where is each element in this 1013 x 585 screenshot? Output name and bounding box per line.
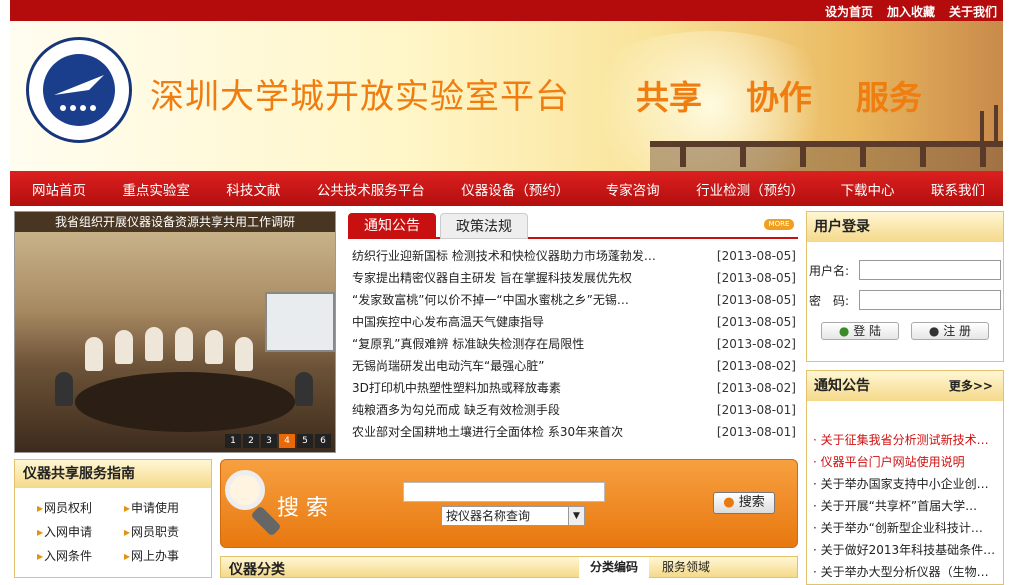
password-input[interactable]	[859, 290, 1001, 310]
tab-notices[interactable]: 通知公告	[348, 213, 436, 239]
more-button[interactable]: MORE	[764, 219, 794, 230]
slogan-share: 共享	[636, 78, 702, 117]
list-item[interactable]: 纺织行业迎新国标 检测技术和快检仪器助力市场蓬勃发… [2013-08-05]	[352, 245, 796, 267]
category-panel: 仪器分类 分类编码 服务领域	[220, 556, 798, 578]
list-item[interactable]: 农业部对全国耕地土壤进行全面体检 系30年来首次 [2013-08-01]	[352, 421, 796, 443]
chevron-down-icon: ▼	[568, 507, 584, 525]
search-input[interactable]	[403, 482, 605, 502]
search-button[interactable]: ● 搜索	[713, 492, 775, 514]
list-item[interactable]: 无锡尚瑞研发出电动汽车“最强心脏” [2013-08-02]	[352, 355, 796, 377]
user-icon: ●	[928, 324, 940, 338]
list-item[interactable]: “发家致富桃”何以价不掉一“中国水蜜桃之乡”无锡… [2013-08-05]	[352, 289, 796, 311]
list-item[interactable]: 专家提出精密仪器自主研发 旨在掌握科技发展优先权 [2013-08-05]	[352, 267, 796, 289]
notice-title: 通知公告	[814, 378, 870, 394]
slide-page-6[interactable]: 6	[315, 434, 331, 448]
register-button[interactable]: ● 注 册	[911, 322, 989, 340]
main-nav: 网站首页 重点实验室 科技文献 公共技术服务平台 仪器设备（预约） 专家咨询 行…	[10, 171, 1003, 206]
notice-panel: 通知公告 更多>> · 关于征集我省分析测试新技术… · 仪器平台门户网站使用说明…	[806, 370, 1004, 585]
service-guide: 仪器共享服务指南 网员权利 申请使用 入网申请 网员职责 入网条件 网上办事	[14, 459, 212, 578]
meeting-photo	[15, 232, 335, 452]
list-item[interactable]: 中国疾控中心发布高温天气健康指导 [2013-08-05]	[352, 311, 796, 333]
tab-policies[interactable]: 政策法规	[440, 213, 528, 239]
tab-service-field[interactable]: 服务领域	[651, 557, 721, 578]
slide-page-5[interactable]: 5	[297, 434, 313, 448]
list-item[interactable]: · 仪器平台门户网站使用说明	[813, 451, 999, 473]
list-item[interactable]: · 关于举办大型分析仪器（生物…	[813, 561, 999, 583]
password-label: 密 码:	[809, 293, 850, 308]
top-bar: 设为首页 加入收藏 关于我们	[10, 0, 1003, 21]
nav-instruments[interactable]: 仪器设备（预约）	[461, 179, 569, 199]
set-homepage-link[interactable]: 设为首页	[825, 3, 873, 20]
guide-online-office[interactable]: 网上办事	[124, 546, 211, 566]
nav-key-labs[interactable]: 重点实验室	[122, 179, 190, 199]
nav-testing[interactable]: 行业检测（预约）	[696, 179, 804, 199]
guide-join-conditions[interactable]: 入网条件	[37, 546, 124, 566]
nav-experts[interactable]: 专家咨询	[606, 179, 660, 199]
nav-contact[interactable]: 联系我们	[931, 179, 985, 199]
slideshow-pager: 1 2 3 4 5 6	[225, 434, 331, 448]
about-us-link[interactable]: 关于我们	[949, 3, 997, 20]
guide-member-rights[interactable]: 网员权利	[37, 498, 124, 518]
magnifier-icon	[225, 470, 265, 510]
search-type-select[interactable]: 按仪器名称查询 ▼	[441, 506, 585, 526]
slogan: 共享 协作 服务	[636, 71, 922, 119]
slogan-collab: 协作	[746, 78, 812, 117]
banner: 深圳大学城开放实验室平台 共享 协作 服务	[10, 21, 1003, 171]
guide-apply-use[interactable]: 申请使用	[124, 498, 211, 518]
slide-page-4[interactable]: 4	[279, 434, 295, 448]
nav-public-platform[interactable]: 公共技术服务平台	[317, 179, 425, 199]
add-favorite-link[interactable]: 加入收藏	[887, 3, 935, 20]
tab-category-code[interactable]: 分类编码	[579, 557, 649, 578]
slide-page-2[interactable]: 2	[243, 434, 259, 448]
guide-join-apply[interactable]: 入网申请	[37, 522, 124, 542]
list-item[interactable]: 3D打印机中热塑性塑料加热或释放毒素 [2013-08-02]	[352, 377, 796, 399]
guide-member-duties[interactable]: 网员职责	[124, 522, 211, 542]
slideshow-caption: 我省组织开展仪器设备资源共享共用工作调研	[15, 212, 335, 232]
slideshow[interactable]: 我省组织开展仪器设备资源共享共用工作调研 1 2 3 4 5 6	[14, 211, 336, 453]
list-item[interactable]: · 关于举办“创新型企业科技计…	[813, 517, 999, 539]
list-item[interactable]: · 关于征集我省分析测试新技术…	[813, 429, 999, 451]
search-panel: 搜 索 按仪器名称查询 ▼ ● 搜索	[220, 459, 798, 548]
username-label: 用户名:	[809, 263, 850, 278]
nav-literature[interactable]: 科技文献	[226, 179, 280, 199]
category-title: 仪器分类	[229, 562, 285, 578]
guide-title: 仪器共享服务指南	[15, 460, 211, 488]
news-list: 纺织行业迎新国标 检测技术和快检仪器助力市场蓬勃发… [2013-08-05] 专…	[352, 245, 796, 443]
nav-downloads[interactable]: 下载中心	[841, 179, 895, 199]
news-tabs: 通知公告 政策法规 MORE	[348, 211, 798, 239]
login-button[interactable]: ● 登 陆	[821, 322, 899, 340]
slide-page-1[interactable]: 1	[225, 434, 241, 448]
username-input[interactable]	[859, 260, 1001, 280]
list-item[interactable]: “复原乳”真假难辨 标准缺失检测存在局限性 [2013-08-02]	[352, 333, 796, 355]
slide-page-3[interactable]: 3	[261, 434, 277, 448]
university-logo[interactable]	[26, 37, 132, 143]
login-panel: 用户登录 用户名: 密 码: ● 登 陆 ● 注 册	[806, 211, 1004, 362]
user-icon: ●	[838, 324, 850, 338]
list-item[interactable]: · 关于做好2013年科技基础条件…	[813, 539, 999, 561]
login-title: 用户登录	[807, 212, 1003, 242]
list-item[interactable]: 纯粮酒多为勾兑而成 缺乏有效检测手段 [2013-08-01]	[352, 399, 796, 421]
site-title: 深圳大学城开放实验室平台	[150, 77, 570, 117]
list-item[interactable]: · 关于开展“共享杯”首届大学…	[813, 495, 999, 517]
notice-more-link[interactable]: 更多>>	[949, 371, 993, 401]
list-item[interactable]: · 关于举办国家支持中小企业创…	[813, 473, 999, 495]
search-title: 搜 索	[277, 496, 328, 521]
nav-home[interactable]: 网站首页	[32, 179, 86, 199]
slogan-service: 服务	[856, 78, 922, 117]
search-icon: ●	[723, 495, 735, 510]
